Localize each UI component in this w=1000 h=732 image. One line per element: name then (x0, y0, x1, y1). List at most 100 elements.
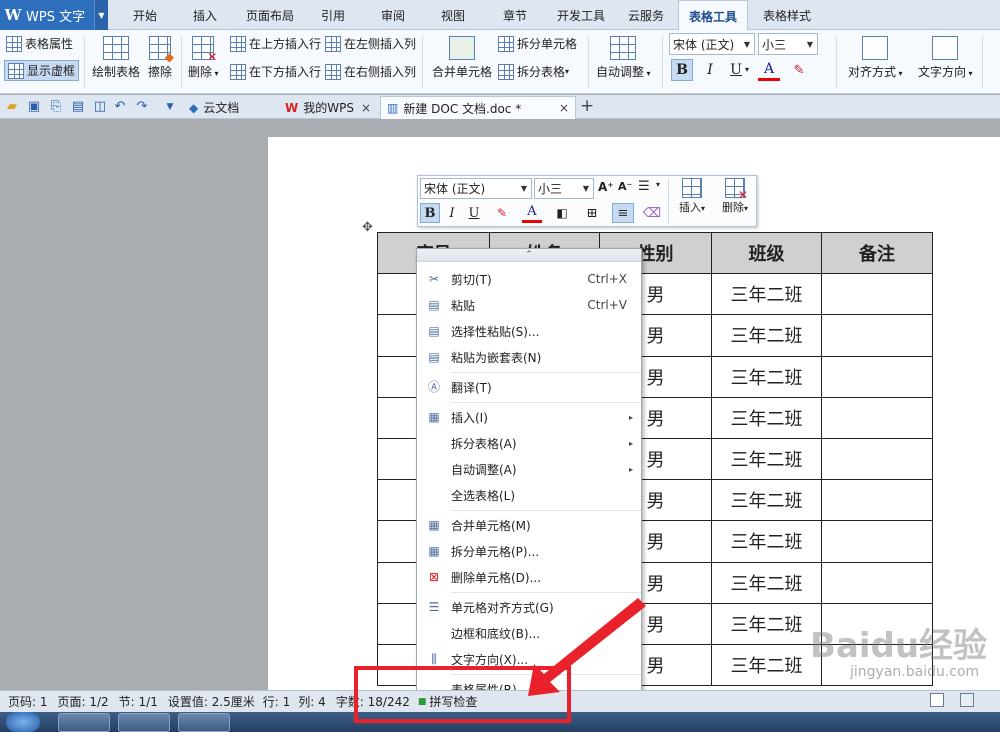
auto-fit-button[interactable]: 自动调整 ▾ (596, 36, 651, 80)
eraser-button[interactable]: ◆ 擦除 (148, 36, 174, 80)
redo-icon[interactable]: ↷ (134, 99, 150, 115)
text-direction-button[interactable]: 文字方向 ▾ (918, 36, 973, 80)
tab-cloud-docs[interactable]: ◆ 云文档 (183, 96, 275, 119)
menu-item-auto-fit[interactable]: 自动调整(A) ▸ (417, 456, 641, 482)
close-icon[interactable]: × (559, 101, 569, 115)
start-button[interactable] (6, 712, 40, 732)
save-icon[interactable]: ▣ (26, 99, 42, 115)
insert-col-right-button[interactable]: 在右侧插入列 (325, 63, 416, 80)
close-icon[interactable]: × (361, 101, 371, 115)
mini-insert-button[interactable]: 插入▾ (674, 178, 710, 215)
table-cell[interactable] (821, 520, 933, 563)
tab-developer[interactable]: 开发工具 (550, 0, 612, 30)
taskbar-wps-icon[interactable] (178, 713, 230, 732)
format-painter-icon[interactable]: ⌫ (642, 203, 662, 223)
menu-item-cut[interactable]: ✂ 剪切(T) Ctrl+X (417, 266, 641, 292)
menu-scroll-up-icon[interactable]: ⌃ (417, 249, 641, 262)
tab-insert[interactable]: 插入 (178, 0, 232, 30)
view-mode-icon[interactable] (930, 693, 944, 707)
table-header-cell[interactable]: 班级 (711, 231, 822, 275)
table-cell[interactable]: 三年二班 (711, 314, 822, 357)
show-gridlines-button[interactable]: 显示虚框 (4, 60, 80, 81)
underline-button[interactable]: U (725, 59, 747, 81)
mini-font-color-button[interactable]: A (522, 203, 542, 223)
mini-italic-button[interactable]: I (442, 203, 462, 223)
table-cell[interactable]: 三年二班 (711, 355, 822, 398)
tab-chapter[interactable]: 章节 (488, 0, 542, 30)
tab-view[interactable]: 视图 (426, 0, 480, 30)
draw-table-button[interactable]: 绘制表格 (92, 36, 140, 80)
new-tab-plus-icon[interactable]: + (580, 96, 594, 116)
menu-item-paste[interactable]: ▤ 粘贴 Ctrl+V (417, 292, 641, 318)
chevron-down-icon[interactable]: ▼ (94, 0, 108, 30)
table-cell[interactable] (821, 355, 933, 398)
font-size-select[interactable]: 小三 ▼ (758, 33, 818, 55)
align-center-icon[interactable]: ≡ (612, 203, 634, 223)
menu-item-insert[interactable]: ▦ 插入(I) ▸ (417, 404, 641, 430)
bold-button[interactable]: B (671, 59, 693, 81)
mini-delete-button[interactable]: ✕ 删除▾ (716, 178, 754, 215)
merge-cells-button[interactable]: 合并单元格 (432, 36, 492, 80)
font-color-button[interactable]: A (758, 59, 780, 81)
mini-font-size-select[interactable]: 小三 ▼ (534, 178, 594, 199)
table-cell[interactable]: 三年二班 (711, 479, 822, 522)
open-folder-icon[interactable]: ▰ (4, 99, 20, 115)
app-menu-button[interactable]: W WPS 文字 (0, 0, 108, 30)
tab-home[interactable]: 开始 (118, 0, 172, 30)
table-cell[interactable]: 三年二班 (711, 520, 822, 563)
menu-item-paste-special[interactable]: ▤ 选择性粘贴(S)... (417, 318, 641, 344)
split-cells-button[interactable]: 拆分单元格 (498, 35, 577, 52)
tab-page-layout[interactable]: 页面布局 (238, 0, 302, 30)
insert-row-above-button[interactable]: 在上方插入行 (230, 35, 321, 52)
menu-item-split-cells[interactable]: ▦ 拆分单元格(P)... (417, 538, 641, 564)
tab-my-wps[interactable]: W 我的WPS × (279, 96, 377, 119)
shading-icon[interactable]: ◧ (552, 203, 572, 223)
table-cell[interactable] (821, 437, 933, 481)
table-cell[interactable]: 三年二班 (711, 561, 822, 604)
menu-item-paste-nested[interactable]: ▤ 粘贴为嵌套表(N) (417, 344, 641, 370)
line-spacing-icon[interactable]: ☰ (638, 179, 650, 194)
table-cell[interactable]: 三年二班 (711, 396, 822, 439)
tab-table-style[interactable]: 表格样式 (752, 0, 822, 30)
undo-icon[interactable]: ↶ (112, 99, 128, 115)
align-button[interactable]: 对齐方式 ▾ (848, 36, 903, 80)
view-mode-icon[interactable] (960, 693, 974, 707)
tab-review[interactable]: 审阅 (366, 0, 420, 30)
mini-underline-button[interactable]: U (464, 203, 484, 223)
tab-cloud[interactable]: 云服务 (618, 0, 674, 30)
split-table-button[interactable]: 拆分表格 ▾ (498, 63, 569, 80)
shrink-font-icon[interactable]: A⁻ (618, 180, 632, 193)
mini-font-name-select[interactable]: 宋体 (正文) ▼ (420, 178, 532, 199)
chevron-down-icon[interactable]: ▾ (656, 180, 660, 189)
table-cell[interactable] (821, 561, 933, 604)
taskbar-app-icon[interactable] (118, 713, 170, 732)
insert-col-left-button[interactable]: 在左侧插入列 (325, 35, 416, 52)
font-name-select[interactable]: 宋体 (正文) ▼ (669, 33, 755, 55)
menu-item-select-table[interactable]: 全选表格(L) (417, 482, 641, 508)
chevron-down-icon[interactable]: ▾ (745, 65, 749, 74)
table-header-cell[interactable]: 备注 (821, 231, 933, 275)
grow-font-icon[interactable]: A⁺ (598, 180, 614, 194)
mini-highlight-icon[interactable]: ✎ (492, 203, 512, 223)
print-preview-icon[interactable]: ◫ (92, 99, 108, 115)
taskbar-app-icon[interactable] (58, 713, 110, 732)
table-cell[interactable] (821, 396, 933, 439)
menu-item-merge-cells[interactable]: ▦ 合并单元格(M) (417, 512, 641, 538)
borders-icon[interactable]: ⊞ (582, 203, 602, 223)
mini-bold-button[interactable]: B (420, 203, 440, 223)
italic-button[interactable]: I (699, 59, 721, 81)
tab-current-document[interactable]: ▥ 新建 DOC 文档.doc * × (380, 96, 576, 119)
tab-references[interactable]: 引用 (306, 0, 360, 30)
table-cell[interactable]: 三年二班 (711, 437, 822, 481)
table-cell[interactable]: 三年二班 (711, 643, 822, 687)
tab-table-tools[interactable]: 表格工具 (678, 0, 748, 31)
table-cell[interactable] (821, 314, 933, 357)
insert-row-below-button[interactable]: 在下方插入行 (230, 63, 321, 80)
menu-item-translate[interactable]: Ⓐ 翻译(T) (417, 374, 641, 400)
table-move-handle-icon[interactable]: ✥ (362, 220, 373, 235)
print-icon[interactable]: ▤ (70, 99, 86, 115)
table-cell[interactable]: 三年二班 (711, 273, 822, 316)
export-pdf-icon[interactable]: ⎘ (48, 99, 64, 115)
table-cell[interactable]: 三年二班 (711, 602, 822, 645)
menu-item-split-table[interactable]: 拆分表格(A) ▸ (417, 430, 641, 456)
